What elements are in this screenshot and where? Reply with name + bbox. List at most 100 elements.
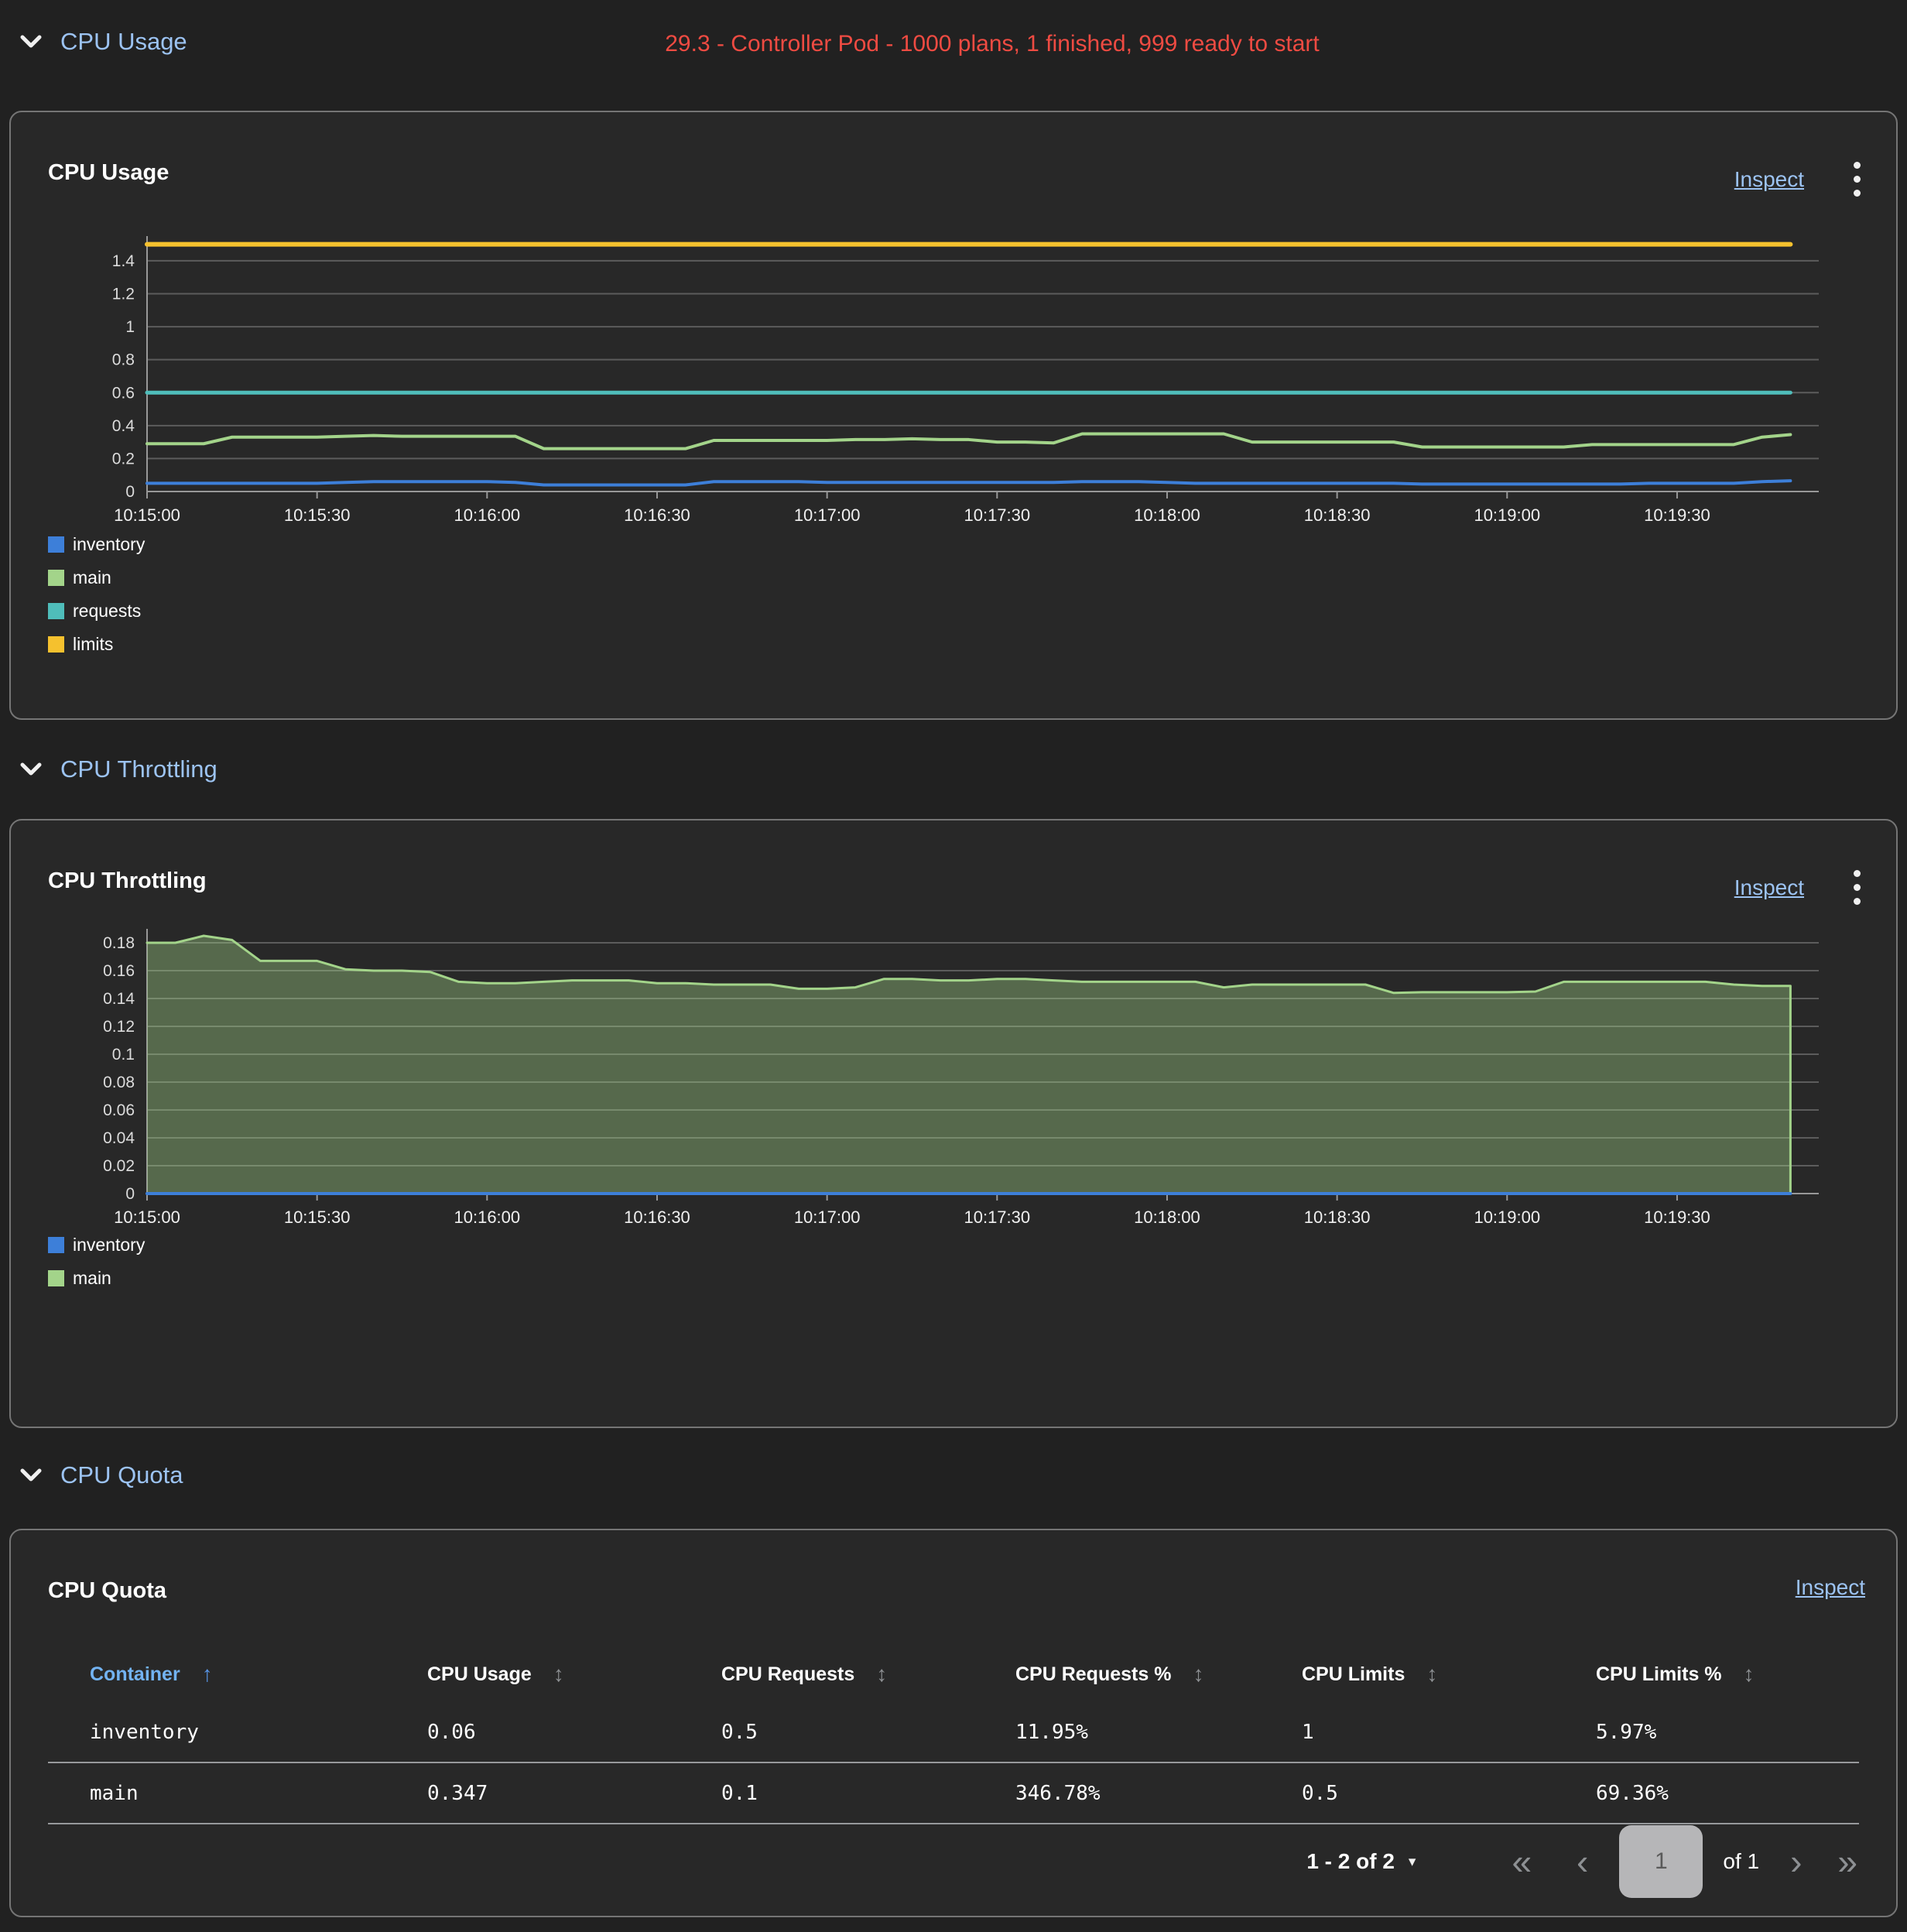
legend-swatch [48, 1270, 64, 1286]
column-header-label: CPU Limits % [1596, 1663, 1722, 1686]
svg-text:10:19:30: 10:19:30 [1644, 1208, 1710, 1227]
svg-text:10:16:00: 10:16:00 [454, 505, 521, 525]
legend-item-main[interactable]: main [48, 567, 145, 588]
section-title: CPU Quota [60, 1461, 183, 1489]
svg-text:10:18:30: 10:18:30 [1304, 505, 1371, 525]
svg-text:10:17:30: 10:17:30 [964, 1208, 1030, 1227]
svg-text:0.04: 0.04 [103, 1129, 135, 1147]
panel-title: CPU Throttling [48, 868, 207, 894]
section-header-cpu-usage[interactable]: CPU Usage [20, 28, 187, 56]
caret-down-icon: ▾ [1409, 1853, 1416, 1871]
section-header-cpu-throttling[interactable]: CPU Throttling [20, 755, 217, 783]
svg-text:0.1: 0.1 [112, 1046, 135, 1064]
section-title: CPU Throttling [60, 755, 217, 783]
chevron-down-icon [20, 762, 42, 776]
pagination-bar: 1 - 2 of 2 ▾ « ‹ of 1 › » [1306, 1821, 1862, 1902]
column-header-cpu-limits[interactable]: CPU Limits ↕ [1302, 1662, 1596, 1687]
column-header-label: CPU Usage [427, 1663, 532, 1686]
legend-label: inventory [73, 1235, 145, 1255]
legend-label: main [73, 1268, 111, 1289]
current-page-input[interactable] [1619, 1825, 1703, 1898]
svg-text:0.2: 0.2 [112, 450, 135, 468]
legend-item-limits[interactable]: limits [48, 634, 145, 655]
chevron-down-icon [20, 35, 42, 49]
svg-text:10:19:00: 10:19:00 [1474, 505, 1540, 525]
cpu-usage-legend: inventory main requests limits [48, 534, 145, 655]
table-cell: 5.97% [1596, 1721, 1859, 1744]
svg-text:10:18:00: 10:18:00 [1134, 505, 1200, 525]
svg-text:0.06: 0.06 [103, 1101, 135, 1119]
pagination-range-dropdown[interactable]: 1 - 2 of 2 ▾ [1306, 1849, 1416, 1874]
panel-cpu-throttling: CPU Throttling Inspect 0 0.02 0.04 0.06 0.08… [9, 819, 1898, 1428]
legend-item-inventory[interactable]: inventory [48, 534, 145, 555]
kebab-menu-button[interactable] [1849, 865, 1865, 909]
legend-swatch [48, 636, 64, 653]
cpu-quota-table: Container↑CPU Usage↕CPU Requests↕CPU Req… [48, 1646, 1859, 1824]
inspect-link[interactable]: Inspect [1734, 875, 1804, 900]
legend-label: limits [73, 634, 113, 655]
panel-title: CPU Quota [48, 1578, 166, 1604]
column-header-container[interactable]: Container↑ [48, 1662, 427, 1687]
section-title: CPU Usage [60, 28, 187, 56]
last-page-button[interactable]: » [1833, 1844, 1862, 1879]
column-header-label: CPU Requests % [1015, 1663, 1171, 1686]
svg-text:0.14: 0.14 [103, 990, 135, 1008]
legend-swatch [48, 603, 64, 619]
column-header-label: CPU Requests [721, 1663, 854, 1686]
svg-text:0.8: 0.8 [112, 351, 135, 369]
table-row: inventory0.060.511.95%15.97% [48, 1702, 1859, 1763]
table-cell: 0.5 [721, 1721, 1015, 1744]
pagination-range-label: 1 - 2 of 2 [1306, 1849, 1395, 1874]
svg-text:10:16:30: 10:16:30 [624, 1208, 690, 1227]
section-header-cpu-quota[interactable]: CPU Quota [20, 1461, 183, 1489]
column-header-cpu-usage[interactable]: CPU Usage↕ [427, 1662, 721, 1687]
legend-label: requests [73, 601, 141, 622]
cpu-usage-chart[interactable]: 00.20.40.60.811.21.410:15:0010:15:3010:1… [48, 228, 1859, 530]
column-header-label: CPU Limits [1302, 1663, 1405, 1686]
svg-text:10:15:30: 10:15:30 [284, 1208, 351, 1227]
legend-label: main [73, 567, 111, 588]
svg-text:10:16:00: 10:16:00 [454, 1208, 521, 1227]
sort-icon: ↕ [1193, 1662, 1203, 1687]
svg-text:0.6: 0.6 [112, 384, 135, 402]
sort-ascending-icon: ↑ [202, 1662, 213, 1687]
table-header-row: Container↑CPU Usage↕CPU Requests↕CPU Req… [48, 1646, 1859, 1702]
inspect-link[interactable]: Inspect [1734, 167, 1804, 192]
svg-text:10:19:30: 10:19:30 [1644, 505, 1710, 525]
table-cell: 0.06 [427, 1721, 721, 1744]
table-cell: 0.1 [721, 1782, 1015, 1805]
svg-text:0.12: 0.12 [103, 1018, 135, 1036]
table-cell: 1 [1302, 1721, 1596, 1744]
legend-swatch [48, 570, 64, 586]
table-cell: inventory [48, 1721, 427, 1744]
svg-text:1: 1 [125, 318, 135, 336]
sort-icon: ↕ [1744, 1662, 1755, 1687]
column-header-cpu-requests[interactable]: CPU Requests↕ [721, 1662, 1015, 1687]
legend-item-requests[interactable]: requests [48, 601, 145, 622]
annotation-text: 29.3 - Controller Pod - 1000 plans, 1 fi… [665, 31, 1320, 57]
sort-icon: ↕ [1426, 1662, 1437, 1687]
prev-page-button[interactable]: ‹ [1572, 1844, 1593, 1879]
column-header-cpu-requests-[interactable]: CPU Requests % ↕ [1015, 1662, 1302, 1687]
cpu-throttling-chart[interactable]: 0 0.02 0.04 0.06 0.08 0.1 0.12 0.14 0.16 0.18 10:1… [48, 921, 1859, 1235]
next-page-button[interactable]: › [1785, 1844, 1806, 1879]
svg-text:10:19:00: 10:19:00 [1474, 1208, 1540, 1227]
svg-text:0: 0 [125, 483, 135, 501]
legend-swatch [48, 536, 64, 553]
svg-text:0.02: 0.02 [103, 1157, 135, 1175]
kebab-menu-button[interactable] [1849, 157, 1865, 201]
legend-item-main[interactable]: main [48, 1268, 145, 1289]
legend-label: inventory [73, 534, 145, 555]
svg-text:0.16: 0.16 [103, 962, 135, 980]
chevron-down-icon [20, 1468, 42, 1482]
table-cell: 0.347 [427, 1782, 721, 1805]
column-header-cpu-limits-[interactable]: CPU Limits % ↕ [1596, 1662, 1859, 1687]
table-cell: 0.5 [1302, 1782, 1596, 1805]
svg-text:0: 0 [125, 1185, 135, 1203]
first-page-button[interactable]: « [1507, 1844, 1536, 1879]
svg-text:10:17:00: 10:17:00 [794, 505, 861, 525]
svg-text:0.18: 0.18 [103, 934, 135, 952]
legend-item-inventory[interactable]: inventory [48, 1235, 145, 1255]
inspect-link[interactable]: Inspect [1796, 1575, 1865, 1600]
svg-text:0.08: 0.08 [103, 1074, 135, 1091]
